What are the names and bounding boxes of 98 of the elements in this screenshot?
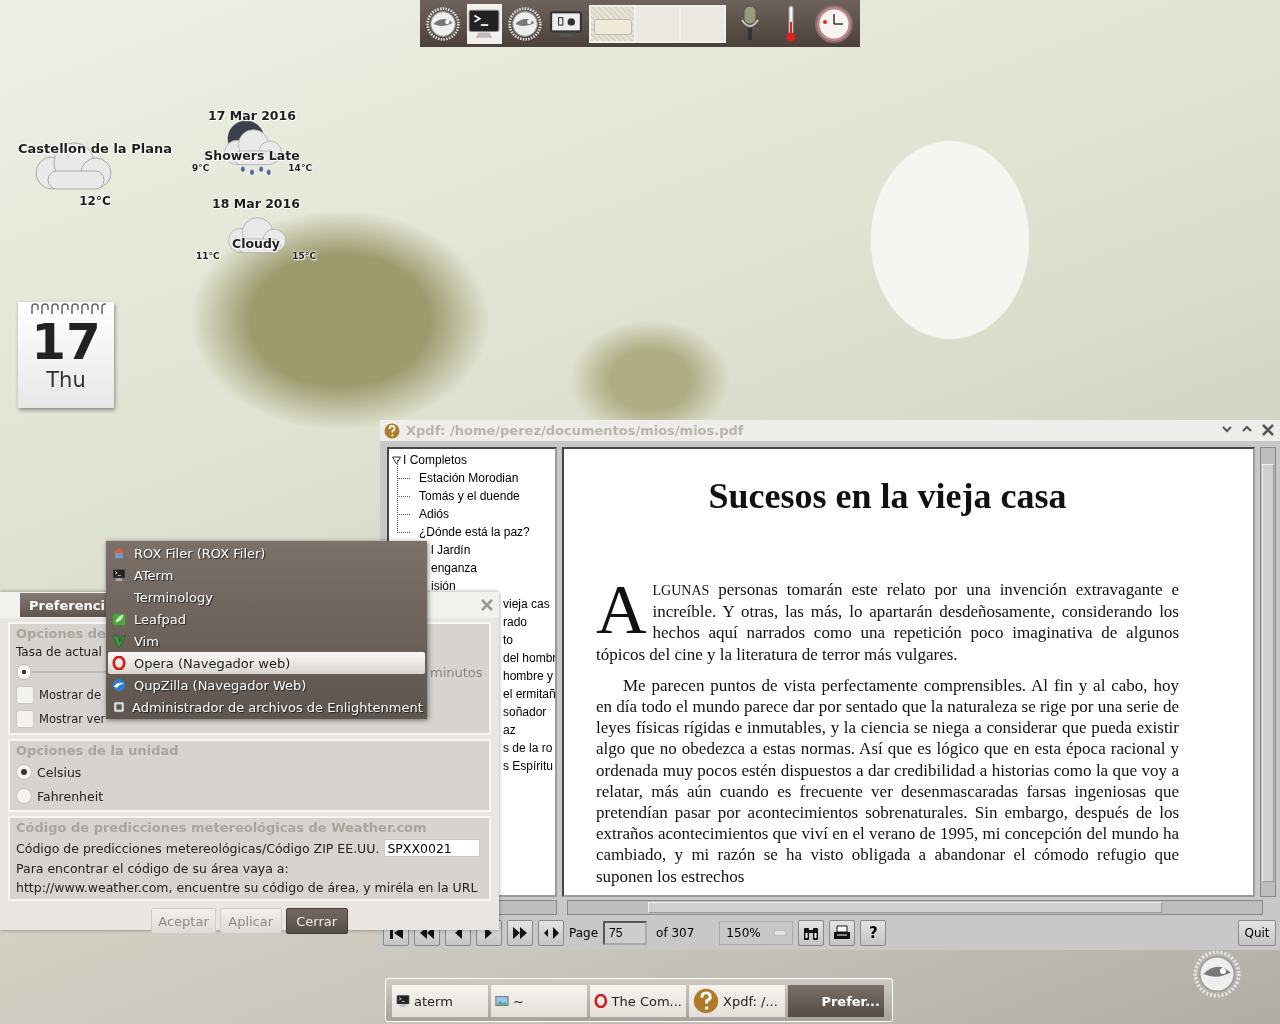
slider-thumb[interactable]	[16, 664, 32, 680]
double-right-icon	[512, 926, 528, 940]
calendar-weekday: Thu	[46, 368, 86, 392]
document-title: Sucesos en la vieja casa	[707, 475, 1068, 518]
checkbox-label: Mostrar de	[39, 688, 101, 702]
outline-item[interactable]: vieja cas	[503, 597, 550, 611]
radio-label: Fahrenheit	[37, 788, 104, 804]
taskbar-item[interactable]: The Com...	[590, 985, 686, 1017]
back-forward-icon	[543, 926, 559, 940]
rate-label: Tasa de actual	[16, 645, 102, 659]
outline-item[interactable]: az	[503, 723, 516, 737]
menu-item[interactable]: QupZilla (Navegador Web)	[106, 674, 427, 696]
calendar-day: 17	[31, 316, 101, 368]
menu-item[interactable]: ROX Filer (ROX Filer)	[106, 542, 427, 564]
binoculars-icon	[802, 925, 821, 941]
unit-label: minutos	[430, 664, 483, 680]
picture-icon	[495, 994, 509, 1008]
taskbar-item[interactable]: aterm	[392, 985, 488, 1017]
temperature-label: 12°C	[78, 194, 112, 208]
horizontal-scrollbar[interactable]	[567, 900, 1263, 915]
gecko-logo-icon	[1193, 950, 1241, 998]
outline-item[interactable]: l Jardín	[431, 543, 471, 557]
terminal-icon	[396, 994, 410, 1008]
wave-icon	[112, 678, 126, 692]
opera-icon	[594, 994, 608, 1008]
code-field[interactable]: SPXX0021	[384, 839, 481, 857]
page-field[interactable]: 75	[603, 921, 648, 945]
menu-item[interactable]: Leafpad	[106, 608, 427, 630]
high-temperature: 15°C	[292, 251, 316, 261]
outline-item[interactable]: rado	[503, 615, 528, 629]
high-temperature: 14°C	[288, 163, 312, 173]
forward-ten-pages-button[interactable]	[507, 920, 533, 946]
outline-item[interactable]: I Completos	[403, 453, 468, 467]
body-paragraph: Me parecen puntos de vista perfectamente comprensibles. Al fin y al cabo, hoy en día todo el mundo parece dar por sentado que la naturaleza se rige por una serie de leyes físicas rígidas e inmutables, y la ciencia se niega a considerar que pueda existir algo que no obedezca a estas normas. Así que es lógico que en esta época racional y ordenada muy pocos estén dispuestos a dar credibilidad a historias como la que voy a relatar, más aún cuando es frecuente ver desenmascaradas farsas ingeniosas que pretendían pasar por acontecimientos sobrenaturales. Sin embargo, después de los extraños acontecimientos que viví en el verano de 1995, mi concepción del mundo ha cambiado, y mi razón se ha visto obligada a abandonar el cómodo refugio que suponen los estrechos	[596, 674, 1179, 887]
vim-icon	[112, 634, 126, 648]
terminal-icon	[112, 568, 126, 582]
taskbar-item[interactable]: Prefer...	[788, 985, 884, 1017]
vertical-scrollbar[interactable]	[1260, 447, 1276, 897]
close-button[interactable]	[1262, 423, 1276, 438]
low-temperature: 9°C	[192, 163, 210, 173]
house-icon	[112, 546, 126, 560]
radio-button[interactable]	[16, 764, 32, 780]
page-count: of 307	[656, 926, 695, 940]
menu-item[interactable]: Administrador de archivos de Enlightenment	[106, 696, 427, 718]
dropdown-indicator-icon	[774, 930, 787, 936]
forecast-date: 18 Mar 2016	[211, 196, 301, 211]
taskbar-item[interactable]: Xpdf: /...	[689, 985, 785, 1017]
opera-icon	[112, 656, 126, 670]
dialog-title: Preferenci	[29, 597, 105, 613]
forecast-condition: Cloudy	[230, 236, 281, 251]
menu-item[interactable]: Vim	[106, 630, 427, 652]
page-label: Page	[569, 926, 599, 940]
print-button[interactable]	[829, 920, 856, 946]
menu-item[interactable]: Terminology	[106, 586, 427, 608]
radio-label: Celsius	[37, 764, 82, 780]
menu-item[interactable]: Opera (Navegador web)	[108, 652, 425, 674]
find-button[interactable]	[798, 920, 825, 946]
help-icon	[384, 422, 400, 439]
help-button[interactable]: ?	[860, 920, 887, 946]
taskbar-item[interactable]: ~	[491, 985, 587, 1017]
checkbox-label: Mostrar ver	[39, 712, 106, 726]
outline-item[interactable]: el ermitañ	[503, 687, 555, 701]
hint-text: Para encontrar el código de su área vaya a:	[16, 861, 289, 876]
outline-item[interactable]: soñador	[503, 705, 547, 719]
chevron-up-icon	[1242, 423, 1252, 434]
dialog-button[interactable]: Cerrar	[285, 908, 348, 934]
leaf-icon	[112, 612, 126, 626]
forecast-condition: Showers Late	[203, 148, 301, 163]
outline-item[interactable]: Tomás y el duende	[419, 489, 520, 503]
menu-item[interactable]: ATerm	[106, 564, 427, 586]
printer-icon	[833, 925, 852, 941]
help-icon	[693, 988, 719, 1014]
outline-item[interactable]: s Espíritu	[503, 759, 553, 773]
outline-item[interactable]: to	[503, 633, 513, 647]
radio-button[interactable]	[16, 788, 32, 804]
hint-text: http://www.weather.com, encuentre su código de área, y miréla en la URL	[16, 880, 478, 895]
close-icon	[1262, 423, 1274, 436]
zoom-dropdown[interactable]: 150%	[719, 921, 794, 945]
forecast-date: 17 Mar 2016	[207, 108, 297, 123]
outline-item[interactable]: hombre y	[503, 669, 554, 683]
code-label: Código de predicciones metereológicas/Código ZIP EE.UU.	[16, 840, 380, 856]
location-label: Castellon de la Plana	[17, 141, 173, 156]
outline-item[interactable]: Estación Morodian	[419, 471, 519, 485]
clock-icon[interactable]	[813, 3, 854, 44]
history-button[interactable]	[538, 920, 564, 946]
checkbox[interactable]	[16, 710, 34, 728]
chevron-down-icon	[1222, 423, 1232, 434]
quit-button[interactable]: Quit	[1238, 920, 1276, 946]
window-title: Xpdf: /home/perez/documentos/mios/mios.pdf	[406, 423, 745, 438]
outline-item[interactable]: enganza	[431, 561, 478, 575]
outline-item[interactable]: s de la ro	[503, 741, 553, 755]
checkbox[interactable]	[16, 686, 34, 704]
outline-item[interactable]: isión	[431, 579, 456, 593]
window-thumbnail	[594, 18, 633, 35]
outline-item[interactable]: ¿Dónde está la paz?	[419, 525, 530, 539]
low-temperature: 11°C	[196, 251, 220, 261]
expanded-arrow-icon[interactable]	[392, 456, 401, 465]
outline-item[interactable]: Adiós	[419, 507, 450, 521]
